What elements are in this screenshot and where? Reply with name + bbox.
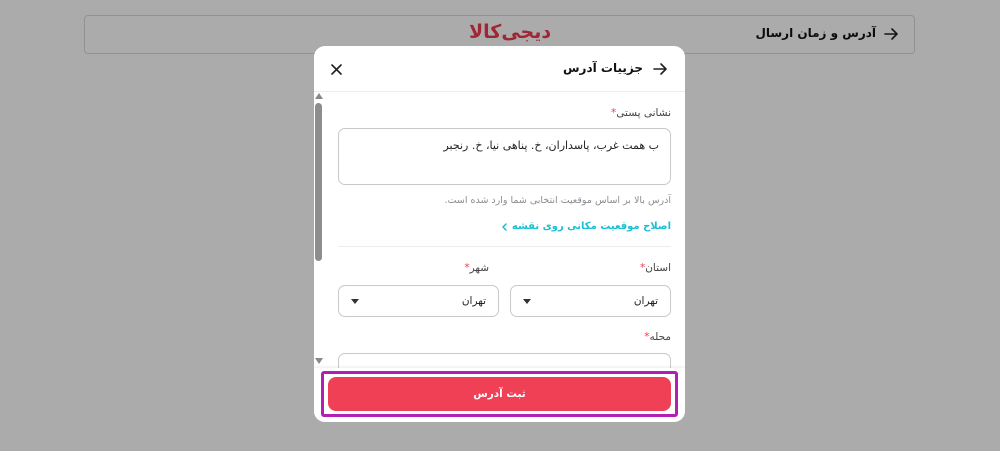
neighborhood-label: محله*	[644, 331, 671, 343]
postal-address-value: ب همت غرب، پاسداران، خ. پناهی نیا، خ. رن…	[443, 139, 659, 152]
city-select[interactable]: تهران	[338, 285, 499, 317]
caret-down-icon	[523, 299, 531, 304]
scrollbar-thumb[interactable]	[315, 103, 322, 261]
edit-map-location-link[interactable]: اصلاح موقعیت مکانی روی نقشه	[501, 221, 671, 232]
city-label: شهر*	[464, 262, 489, 274]
city-label-text: شهر	[469, 262, 489, 274]
scrollbar[interactable]	[314, 92, 324, 368]
postal-address-label: نشانی پستی*	[611, 107, 671, 119]
scroll-down-arrow-icon[interactable]	[315, 358, 323, 364]
highlight-box	[321, 371, 678, 417]
neighborhood-label-text: محله	[649, 331, 671, 343]
postal-address-hint: آدرس بالا بر اساس موقعیت انتخابی شما وار…	[444, 195, 671, 206]
chevron-left-icon	[502, 222, 507, 231]
edit-map-location-label: اصلاح موقعیت مکانی روی نقشه	[511, 221, 671, 232]
postal-address-textarea[interactable]: ب همت غرب، پاسداران، خ. پناهی نیا، خ. رن…	[338, 128, 671, 185]
modal-footer: ثبت آدرس	[314, 368, 685, 422]
province-select[interactable]: تهران	[510, 285, 671, 317]
divider	[338, 246, 671, 247]
close-icon[interactable]	[326, 59, 346, 79]
scroll-up-arrow-icon[interactable]	[315, 93, 323, 99]
modal-header: جزییات آدرس	[314, 46, 685, 92]
modal-title: جزییات آدرس	[563, 61, 643, 75]
province-label: استان*	[640, 262, 671, 274]
caret-down-icon	[351, 299, 359, 304]
arrow-right-icon[interactable]	[649, 58, 671, 80]
province-select-value: تهران	[633, 295, 658, 307]
province-label-text: استان	[645, 262, 671, 274]
address-details-modal: جزییات آدرس نشانی پستی* ب همت غرب، پاسدا…	[314, 46, 685, 422]
postal-address-label-text: نشانی پستی	[616, 107, 671, 119]
city-select-value: تهران	[461, 295, 486, 307]
